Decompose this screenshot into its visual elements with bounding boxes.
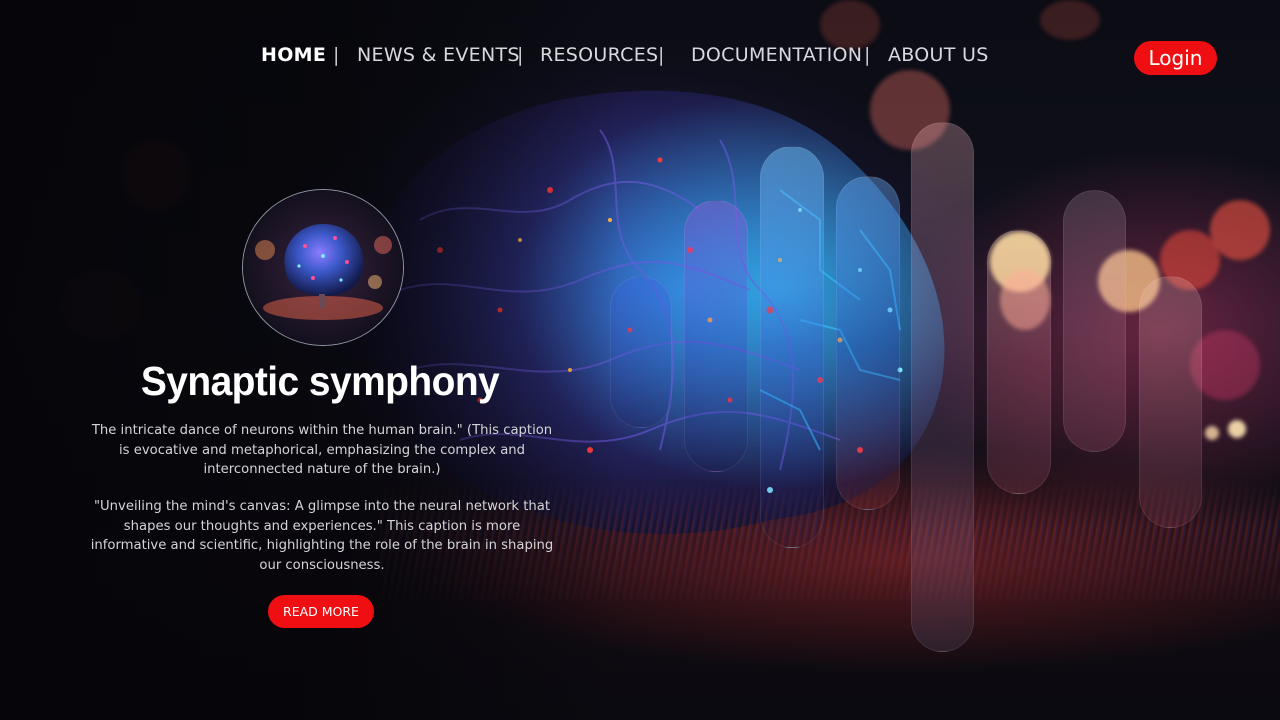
glass-pill: [760, 146, 824, 548]
brain-thumbnail: [242, 189, 404, 346]
nav-about-us[interactable]: ABOUT US: [888, 44, 989, 66]
nav-separator: |: [864, 44, 871, 66]
read-more-button[interactable]: READ MORE: [268, 595, 374, 628]
nav-separator: |: [517, 44, 524, 66]
bokeh-light: [1210, 200, 1270, 260]
nav-home[interactable]: HOME: [261, 44, 326, 66]
brain-thumbnail-image: [243, 190, 403, 345]
nav-separator: |: [658, 44, 665, 66]
glass-pill: [987, 230, 1051, 494]
nav-resources[interactable]: RESOURCES: [540, 44, 658, 66]
hero-paragraph-2: "Unveiling the mind's canvas: A glimpse …: [90, 499, 554, 573]
bokeh-light: [820, 0, 880, 50]
hero-paragraph-1: The intricate dance of neurons within th…: [91, 423, 553, 477]
hero-title: Synaptic symphony: [140, 358, 500, 404]
login-button[interactable]: Login: [1134, 41, 1217, 75]
glass-pill: [1063, 190, 1126, 452]
glass-pill: [911, 122, 974, 652]
bokeh-light: [1040, 0, 1100, 40]
bokeh-light: [1205, 426, 1219, 440]
hero-stage: HOME | NEWS & EVENTS | RESOURCES | DOCUM…: [0, 0, 1280, 720]
nav-documentation[interactable]: DOCUMENTATION: [691, 44, 862, 66]
glass-pill: [1139, 276, 1202, 528]
glass-pill: [836, 176, 900, 510]
nav-separator: |: [333, 44, 340, 66]
nav-news-events[interactable]: NEWS & EVENTS: [357, 44, 520, 66]
top-nav: HOME | NEWS & EVENTS | RESOURCES | DOCUM…: [0, 44, 1280, 72]
bokeh-light: [1228, 420, 1246, 438]
glass-pill: [684, 200, 748, 472]
